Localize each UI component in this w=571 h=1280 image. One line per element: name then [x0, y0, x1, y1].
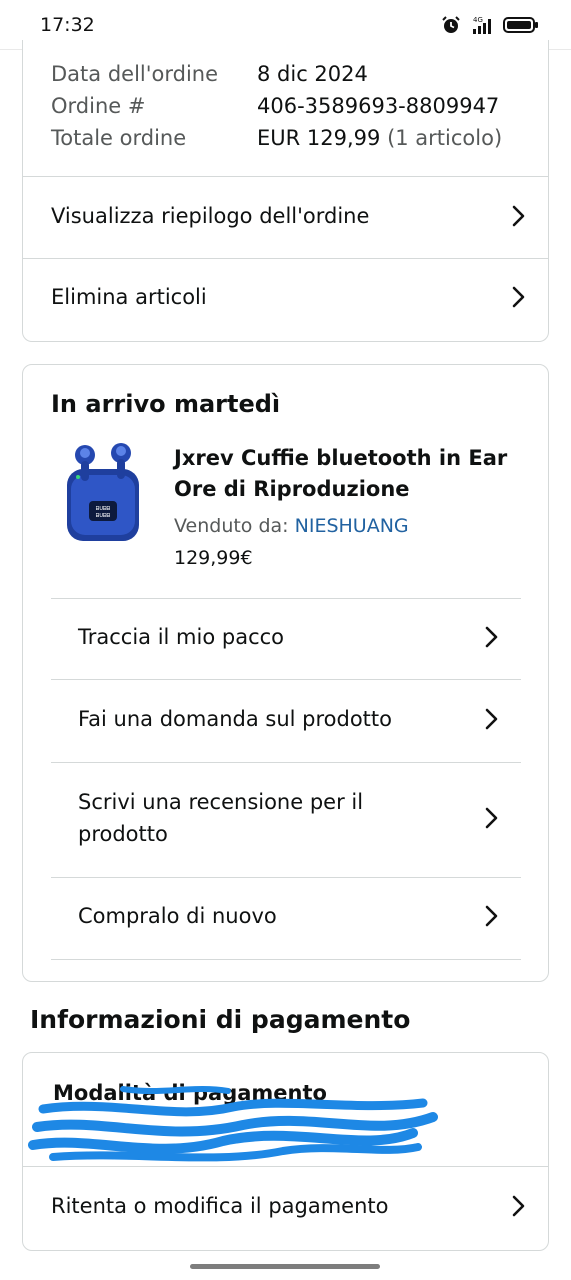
- status-icons: 4G: [441, 14, 539, 36]
- retry-payment-link[interactable]: Ritenta o modifica il pagamento: [51, 1188, 527, 1224]
- divider: [23, 176, 548, 177]
- divider: [23, 258, 548, 259]
- delete-items-link[interactable]: Elimina articoli: [51, 279, 527, 315]
- chevron-right-icon: [485, 708, 498, 730]
- order-date-label: Data dell'ordine: [51, 62, 219, 86]
- network-label: 4G: [473, 16, 483, 24]
- chevron-right-icon: [485, 807, 498, 829]
- divider: [51, 679, 521, 680]
- chevron-right-icon: [485, 905, 498, 927]
- chevron-right-icon: [512, 286, 525, 308]
- order-date-value: 8 dic 2024: [257, 62, 368, 86]
- retry-payment-label: Ritenta o modifica il pagamento: [51, 1194, 389, 1218]
- order-number-value: 406-3589693-8809947: [257, 94, 500, 118]
- signal-4g-icon: 4G: [473, 16, 491, 34]
- divider: [51, 762, 521, 763]
- view-order-summary-label: Visualizza riepilogo dell'ordine: [51, 204, 370, 228]
- write-review-link[interactable]: Scrivi una recensione per il prodotto: [78, 783, 500, 853]
- payment-card: Modalità di pagamento Ritenta o modifica…: [22, 1052, 549, 1251]
- earbuds-product-image[interactable]: ᗷᑌᗷᗷ ᗷᑌᗷᗷ: [63, 439, 143, 547]
- shipment-card: In arrivo martedì ᗷᑌᗷᗷ ᗷᑌᗷᗷ Jxrev Cuffie…: [22, 364, 549, 982]
- product-title[interactable]: Jxrev Cuffie bluetooth in Ear Ore di Rip…: [174, 443, 514, 505]
- payment-method-area: Modalità di pagamento: [23, 1053, 548, 1167]
- status-time: 17:32: [40, 14, 95, 36]
- delivery-title: In arrivo martedì: [51, 390, 281, 418]
- delete-items-label: Elimina articoli: [51, 285, 207, 309]
- payment-section-title: Informazioni di pagamento: [30, 1005, 411, 1034]
- track-package-link[interactable]: Traccia il mio pacco: [78, 619, 500, 655]
- buy-again-label: Compralo di nuovo: [78, 904, 277, 928]
- battery-icon: [503, 17, 538, 33]
- ask-question-label: Fai una domanda sul prodotto: [78, 707, 392, 731]
- track-package-label: Traccia il mio pacco: [78, 625, 285, 649]
- divider: [51, 598, 521, 599]
- order-summary-card: Data dell'ordine 8 dic 2024 Ordine # 406…: [22, 40, 549, 342]
- svg-text:ᗷᑌᗷᗷ: ᗷᑌᗷᗷ: [96, 513, 111, 519]
- order-total-amount: EUR 129,99: [257, 126, 381, 150]
- chevron-right-icon: [512, 205, 525, 227]
- seller-link[interactable]: NIESHUANG: [295, 515, 409, 537]
- write-review-label: Scrivi una recensione per il prodotto: [78, 790, 364, 846]
- buy-again-link[interactable]: Compralo di nuovo: [78, 898, 500, 934]
- order-total-count: (1 articolo): [387, 126, 503, 150]
- view-order-summary-link[interactable]: Visualizza riepilogo dell'ordine: [51, 198, 527, 234]
- alarm-icon: [442, 16, 460, 33]
- divider: [51, 959, 521, 960]
- home-indicator[interactable]: [190, 1264, 380, 1269]
- ask-question-link[interactable]: Fai una domanda sul prodotto: [78, 701, 500, 737]
- seller-info: Venduto da: NIESHUANG: [174, 515, 409, 537]
- order-total-value: EUR 129,99 (1 articolo): [257, 126, 502, 150]
- chevron-right-icon: [512, 1195, 525, 1217]
- order-total-label: Totale ordine: [51, 126, 187, 150]
- redaction-scribble: [28, 1086, 438, 1162]
- product-price: 129,99€: [174, 547, 253, 569]
- order-number-label: Ordine #: [51, 94, 146, 118]
- seller-label: Venduto da:: [174, 515, 289, 537]
- divider: [51, 877, 521, 878]
- chevron-right-icon: [485, 626, 498, 648]
- svg-text:ᗷᑌᗷᗷ: ᗷᑌᗷᗷ: [96, 506, 111, 512]
